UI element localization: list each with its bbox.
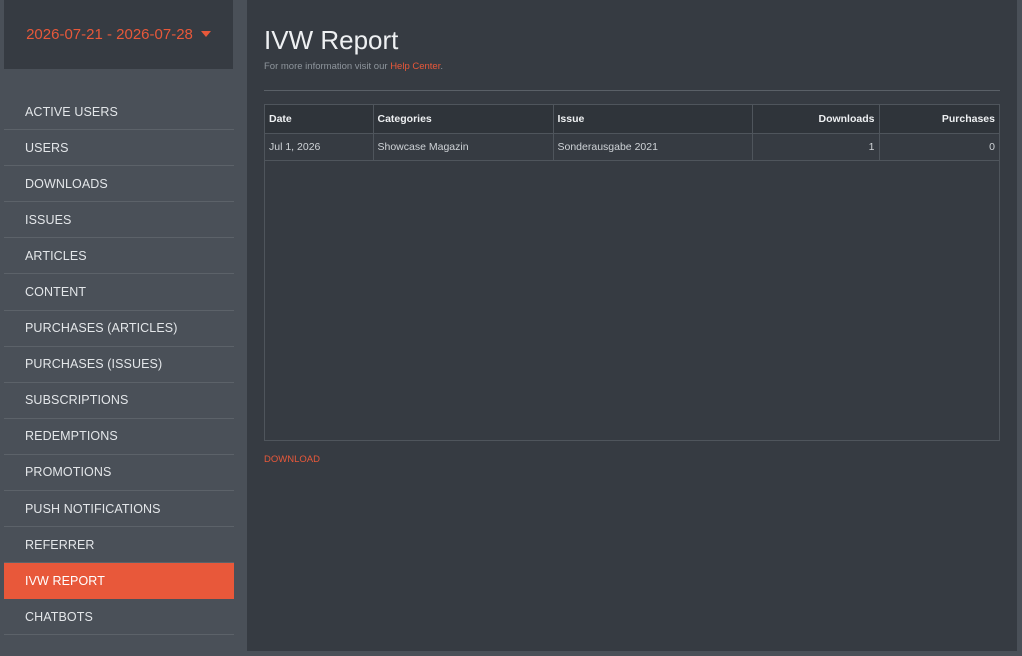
sidebar-item-promotions[interactable]: PROMOTIONS [4, 455, 234, 492]
sidebar-item-label: SUBSCRIPTIONS [25, 393, 129, 408]
sidebar-item-users[interactable]: USERS [4, 130, 234, 167]
sidebar-item-label: ARTICLES [25, 248, 87, 263]
sidebar-item-referrer[interactable]: REFERRER [4, 527, 234, 564]
sidebar-item-label: PUSH NOTIFICATIONS [25, 501, 161, 516]
divider [264, 90, 1000, 91]
sidebar-item-label: USERS [25, 140, 69, 155]
table-row: Jul 1, 2026 Showcase Magazin Sonderausga… [265, 133, 999, 161]
sidebar-item-purchases-articles[interactable]: PURCHASES (ARTICLES) [4, 311, 234, 347]
column-header-downloads[interactable]: Downloads [752, 105, 880, 134]
sidebar-item-redemptions[interactable]: REDEMPTIONS [4, 419, 234, 455]
sidebar-item-label: ISSUES [25, 212, 72, 227]
sidebar-item-content[interactable]: CONTENT [4, 274, 234, 311]
sidebar-item-label: ACTIVE USERS [25, 104, 118, 119]
sidebar-item-label: CHATBOTS [25, 609, 93, 624]
sidebar-item-articles[interactable]: ARTICLES [4, 238, 234, 275]
sidebar-item-label: REDEMPTIONS [25, 429, 118, 444]
sidebar-item-push-notifications[interactable]: PUSH NOTIFICATIONS [4, 491, 234, 528]
sidebar-item-ivw-report[interactable]: IVW REPORT [4, 563, 234, 600]
sidebar-item-label: DOWNLOADS [25, 176, 108, 191]
cell-date: Jul 1, 2026 [265, 133, 374, 161]
cell-categories: Showcase Magazin [373, 133, 554, 161]
sidebar-item-active-users[interactable]: ACTIVE USERS [4, 94, 234, 131]
sidebar-item-subscriptions[interactable]: SUBSCRIPTIONS [4, 383, 234, 419]
date-range-picker[interactable]: 2026-07-21 - 2026-07-28 [4, 0, 233, 69]
cell-downloads: 1 [752, 133, 880, 161]
table-header-row: Date Categories Issue Downloads Purchase… [265, 105, 999, 134]
report-table-container: Date Categories Issue Downloads Purchase… [264, 104, 1000, 441]
sidebar-item-label: PROMOTIONS [25, 465, 112, 480]
sidebar-item-label: PURCHASES (ISSUES) [25, 357, 163, 372]
sidebar-item-issues[interactable]: ISSUES [4, 202, 234, 239]
sidebar-item-downloads[interactable]: DOWNLOADS [4, 166, 234, 203]
column-header-categories[interactable]: Categories [373, 105, 554, 134]
column-header-date[interactable]: Date [265, 105, 374, 134]
column-header-purchases[interactable]: Purchases [879, 105, 999, 134]
sidebar-item-label: IVW REPORT [25, 573, 105, 588]
main-panel: IVW Report For more information visit ou… [247, 0, 1017, 651]
sidebar-item-label: PURCHASES (ARTICLES) [25, 321, 178, 336]
cell-issue: Sonderausgabe 2021 [553, 133, 753, 161]
sidebar: 2026-07-21 - 2026-07-28 ACTIVE USERS USE… [4, 0, 234, 656]
report-table: Date Categories Issue Downloads Purchase… [265, 105, 999, 161]
download-link[interactable]: DOWNLOAD [264, 454, 320, 465]
caret-down-icon [200, 30, 211, 37]
subtitle-suffix: . [440, 61, 443, 72]
sidebar-item-label: CONTENT [25, 285, 87, 300]
sidebar-item-chatbots[interactable]: CHATBOTS [4, 599, 234, 636]
page-title: IVW Report [264, 25, 399, 55]
cell-purchases: 0 [879, 133, 999, 161]
column-header-issue[interactable]: Issue [553, 105, 753, 134]
help-center-link[interactable]: Help Center [390, 61, 440, 72]
sidebar-item-label: REFERRER [25, 537, 95, 552]
sidebar-item-purchases-issues[interactable]: PURCHASES (ISSUES) [4, 347, 234, 383]
subtitle: For more information visit our Help Cent… [264, 61, 443, 72]
subtitle-text: For more information visit our [264, 61, 391, 72]
sidebar-nav: ACTIVE USERS USERS DOWNLOADS ISSUES ARTI… [4, 94, 234, 636]
date-range-label: 2026-07-21 - 2026-07-28 [26, 26, 193, 43]
